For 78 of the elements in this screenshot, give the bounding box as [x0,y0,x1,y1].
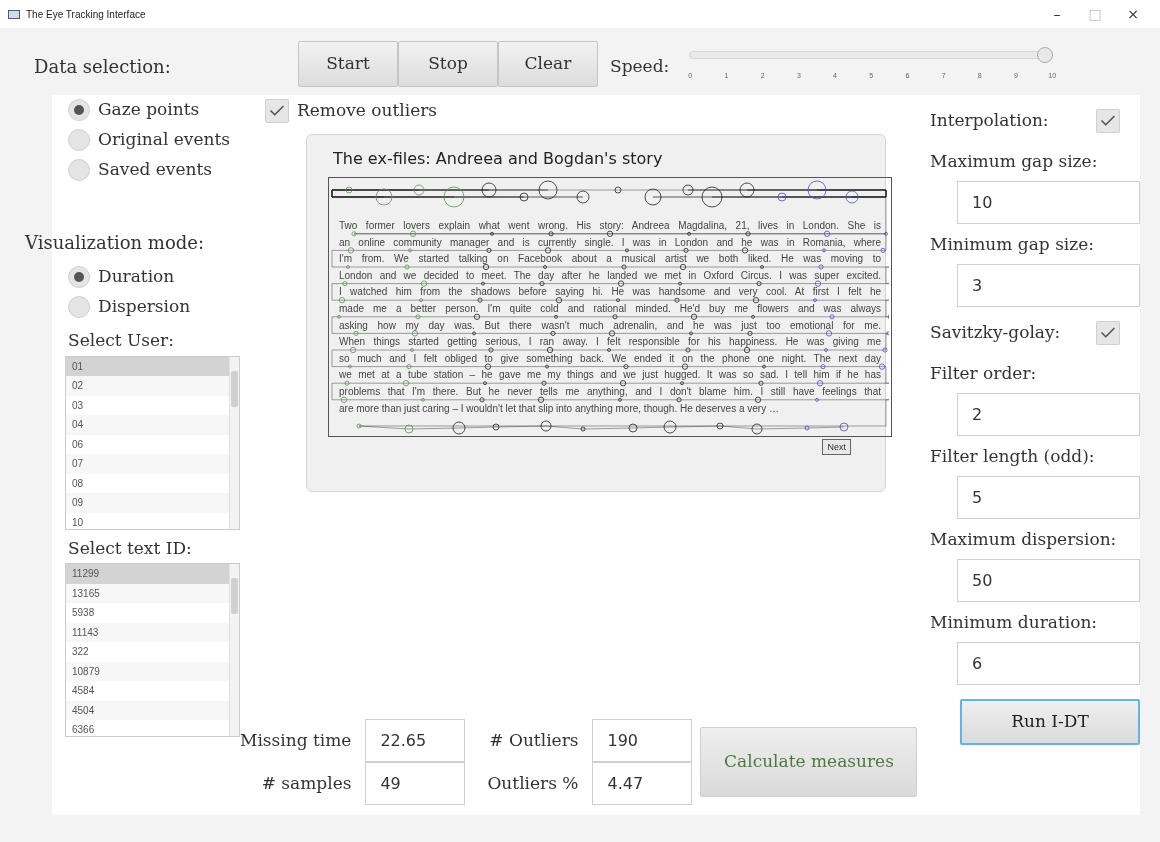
passage-line: are more than just caring – I wouldn't let that slip into anything more, though. He deserves a very … [339,401,780,416]
list-item[interactable]: 11143 [66,622,229,642]
passage-line: so much and I felt obliged to give something back. We ended it on the phone one night. The next day [339,351,881,366]
list-item[interactable]: 02 [66,376,229,396]
setting-label: Maximum dispersion: [930,528,1118,551]
app-icon [8,9,20,19]
list-item[interactable]: 04 [66,415,229,435]
list-item[interactable]: 07 [66,454,229,474]
list-item[interactable]: 01 [66,356,229,376]
speed-slider[interactable] [689,47,1054,64]
passage-line: I watched him from the shadows before saying hi. He was handsome and very cool. At first I felt he [339,285,881,300]
speed-label: Speed: [610,54,670,78]
toolbar-button[interactable]: Start [298,40,398,87]
radio-button[interactable] [68,129,90,151]
list-item[interactable]: 4504 [66,700,229,720]
input-field[interactable]: 3 [957,264,1140,307]
radio-button[interactable] [68,159,90,181]
input-field[interactable]: 190 [592,719,693,762]
passage-line: asking how my day was. But there wasn't much adrenalin, and he was just too emotional for me. [339,318,881,333]
list-item[interactable]: 09 [66,493,229,513]
radio-label: Duration [98,265,175,289]
run-button[interactable]: Run I-DT [960,699,1140,745]
slider-thumb[interactable] [1037,47,1054,64]
input-field[interactable]: 6 [957,642,1140,685]
measure-label: Outliers % [487,771,579,795]
input-field[interactable]: 22.65 [365,719,466,762]
passage-line: London and we decided to meet. The day after he landed we met in Oxford Circus. I was super excited. [339,268,881,283]
scrollbar[interactable] [229,564,239,736]
radio-button[interactable] [68,266,90,288]
story-title: The ex-files: Andreea and Bogdan's story [333,148,664,170]
toolbar-button[interactable]: Clear [498,40,598,87]
toolbar-button[interactable]: Stop [398,40,498,87]
radio-label: Saved events [98,158,212,182]
checkbox-label: Remove outliers [297,99,438,123]
next-button[interactable]: Next [822,439,851,455]
passage-line: made me a better person. I'm quite cold and rational minded. He'd buy me flowers and was always [339,301,881,316]
radio-label: Gaze points [98,98,200,122]
checkbox[interactable] [265,99,289,123]
checkbox[interactable] [1096,321,1120,345]
measure-label: # samples [260,771,352,795]
list-label: Select User: [68,329,175,352]
section-label: Data selection: [34,55,172,79]
passage-line: an online community manager and is currently single. I was in London and he was in Romania, where [339,235,881,250]
input-field[interactable]: 2 [957,393,1140,436]
setting-label: Filter order: [930,362,1038,385]
setting-label: Savitzky-golay: [930,321,1061,345]
input-field[interactable]: 4.47 [592,762,693,805]
checkbox[interactable] [1096,109,1120,133]
close-button[interactable]: × [1114,3,1152,25]
setting-label: Maximum gap size: [930,150,1099,173]
scrollbar[interactable] [229,356,239,529]
measure-label: # Outliers [488,728,579,752]
passage-line: Two former lovers explain what went wrong. His story: Andreea Magdalina, 21, lives in London. She is [339,219,881,233]
radio-button[interactable] [68,296,90,318]
setting-label: Filter length (odd): [930,445,1096,468]
setting-label: Interpolation: [930,109,1049,133]
window-title: The Eye Tracking Interface [26,7,147,22]
passage-line: we met at a tube station – he gave me my things and we just hugged. It was so sad. I tell him if he has [339,368,881,383]
passage-line: When things started getting serious, I ran away. I felt responsible for his happiness. He was giving me [339,335,881,350]
radio-label: Original events [98,128,230,152]
passage-line: I'm from. We started talking on Facebook about a musical artist we both liked. He was moving to [339,252,881,267]
passage-line: problems that I'm there. But he never tells me anything, and I don't blame him. I still have feelings that [339,384,881,399]
measure-label: Missing time [240,728,352,752]
setting-label: Minimum gap size: [930,233,1096,256]
setting-label: Minimum duration: [930,611,1099,634]
calculate-button[interactable]: Calculate measures [700,727,918,797]
radio-label: Dispersion [98,295,191,319]
radio-button[interactable] [68,99,90,121]
list-item[interactable]: 13165 [66,583,229,603]
minimize-button[interactable]: – [1038,3,1076,25]
list-label: Select text ID: [68,536,193,560]
input-field[interactable]: 5 [957,476,1140,519]
list-item[interactable]: 10879 [66,661,229,681]
input-field[interactable]: 10 [957,181,1140,224]
section-label: Visualization mode: [25,231,205,255]
list-item[interactable]: 11299 [66,564,229,584]
input-field[interactable]: 50 [957,559,1140,602]
input-field[interactable]: 49 [365,762,466,805]
